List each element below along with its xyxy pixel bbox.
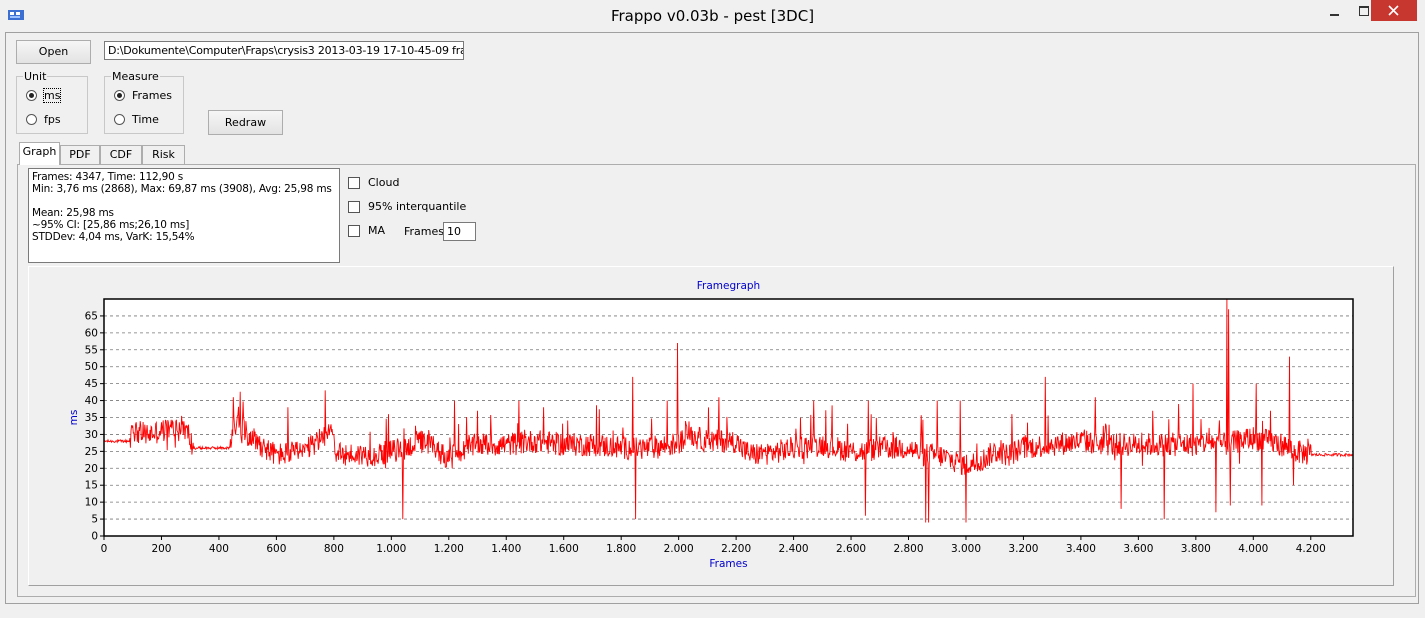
cloud-label: Cloud — [368, 176, 400, 189]
measure-group-title: Measure — [111, 70, 160, 83]
y-tick-label: 30 — [85, 429, 98, 441]
x-tick-label: 3.200 — [1008, 543, 1038, 555]
radio-frames-label: Frames — [132, 89, 173, 102]
x-tick-label: 600 — [266, 543, 286, 555]
radio-fps[interactable] — [26, 114, 37, 125]
y-tick-label: 45 — [85, 378, 98, 390]
radio-ms[interactable] — [26, 90, 37, 101]
ma-frames-input[interactable]: 10 — [443, 222, 476, 241]
interquantile-option[interactable]: 95% interquantile — [348, 200, 466, 213]
x-tick-label: 1.800 — [606, 543, 636, 555]
y-tick-label: 20 — [85, 463, 98, 475]
title-bar: Frappo v0.03b - pest [3DC] — [0, 0, 1425, 32]
y-tick-label: 50 — [85, 361, 98, 373]
radio-ms-label: ms — [42, 88, 62, 103]
stats-frames-time: Frames: 4347, Time: 112,90 s — [32, 171, 183, 183]
x-tick-label: 2.400 — [779, 543, 809, 555]
tab-pdf[interactable]: PDF — [60, 145, 100, 164]
ma-frames-label: Frames: — [404, 225, 448, 238]
unit-group-title: Unit — [23, 70, 48, 83]
x-tick-label: 3.000 — [951, 543, 981, 555]
radio-time-label: Time — [132, 113, 159, 126]
ma-label: MA — [368, 224, 386, 237]
y-tick-label: 5 — [91, 514, 98, 526]
x-tick-label: 3.800 — [1181, 543, 1211, 555]
stats-min-max-avg: Min: 3,76 ms (2868), Max: 69,87 ms (3908… — [32, 183, 332, 195]
close-button[interactable] — [1371, 0, 1417, 21]
y-tick-label: 0 — [91, 531, 98, 543]
x-tick-label: 1.400 — [491, 543, 521, 555]
x-tick-label: 200 — [151, 543, 171, 555]
y-tick-label: 65 — [85, 310, 98, 322]
tab-risk[interactable]: Risk — [142, 145, 185, 164]
y-tick-label: 10 — [85, 497, 98, 509]
stats-mean: Mean: 25,98 ms — [32, 207, 114, 219]
y-axis-title: ms — [68, 410, 80, 426]
radio-fps-label: fps — [44, 113, 61, 126]
x-tick-label: 2.000 — [664, 543, 694, 555]
x-tick-label: 1.600 — [549, 543, 579, 555]
x-axis-title: Frames — [709, 558, 747, 570]
x-tick-label: 2.600 — [836, 543, 866, 555]
interquantile-checkbox[interactable] — [348, 200, 360, 213]
x-tick-label: 3.600 — [1123, 543, 1153, 555]
x-tick-label: 2.800 — [893, 543, 923, 555]
unit-groupbox: Unit ms fps — [16, 70, 88, 134]
cloud-checkbox[interactable] — [348, 176, 360, 189]
x-tick-label: 0 — [101, 543, 108, 555]
y-tick-label: 25 — [85, 446, 98, 458]
open-button[interactable]: Open — [16, 40, 91, 64]
radio-time[interactable] — [114, 114, 125, 125]
unit-option-ms[interactable]: ms — [26, 88, 62, 103]
stats-ci: ~95% CI: [25,86 ms;26,10 ms] — [32, 219, 190, 231]
measure-option-frames[interactable]: Frames — [114, 89, 172, 102]
x-tick-label: 4.000 — [1238, 543, 1268, 555]
tab-graph[interactable]: Graph — [19, 142, 60, 165]
framegraph-chart: 0 5 10 15 20 25 30 35 40 45 50 55 60 65 0 200 400 600 800 1… — [68, 280, 1354, 570]
y-tick-label: 60 — [85, 327, 98, 339]
measure-option-time[interactable]: Time — [114, 113, 159, 126]
stats-stddev: STDDev: 4,04 ms, VarK: 15,54% — [32, 231, 195, 243]
redraw-button[interactable]: Redraw — [208, 110, 283, 135]
file-path-field[interactable]: D:\Dokumente\Computer\Fraps\crysis3 2013… — [104, 41, 464, 60]
ma-option[interactable]: MA — [348, 224, 385, 237]
chart-title: Framegraph — [697, 280, 760, 292]
radio-frames[interactable] — [114, 90, 125, 101]
x-tick-label: 400 — [209, 543, 229, 555]
y-tick-label: 35 — [85, 412, 98, 424]
stats-textbox[interactable]: Frames: 4347, Time: 112,90 s Min: 3,76 m… — [28, 168, 340, 263]
measure-groupbox: Measure Frames Time — [104, 70, 184, 134]
y-tick-label: 55 — [85, 344, 98, 356]
graph-area: 0 5 10 15 20 25 30 35 40 45 50 55 60 65 0 200 400 600 800 1… — [28, 266, 1394, 586]
minimize-button[interactable] — [1320, 0, 1350, 30]
unit-option-fps[interactable]: fps — [26, 113, 61, 126]
x-tick-label: 1.000 — [376, 543, 406, 555]
x-tick-label: 4.200 — [1296, 543, 1326, 555]
x-tick-label: 1.200 — [434, 543, 464, 555]
cloud-option[interactable]: Cloud — [348, 176, 399, 189]
tab-cdf[interactable]: CDF — [100, 145, 142, 164]
x-tick-label: 3.400 — [1066, 543, 1096, 555]
window-title: Frappo v0.03b - pest [3DC] — [610, 7, 815, 25]
y-tick-label: 15 — [85, 480, 98, 492]
x-tick-label: 2.200 — [721, 543, 751, 555]
ma-checkbox[interactable] — [348, 224, 360, 237]
close-icon — [1388, 5, 1399, 16]
interquantile-label: 95% interquantile — [368, 200, 467, 213]
y-tick-label: 40 — [85, 395, 98, 407]
x-tick-label: 800 — [324, 543, 344, 555]
